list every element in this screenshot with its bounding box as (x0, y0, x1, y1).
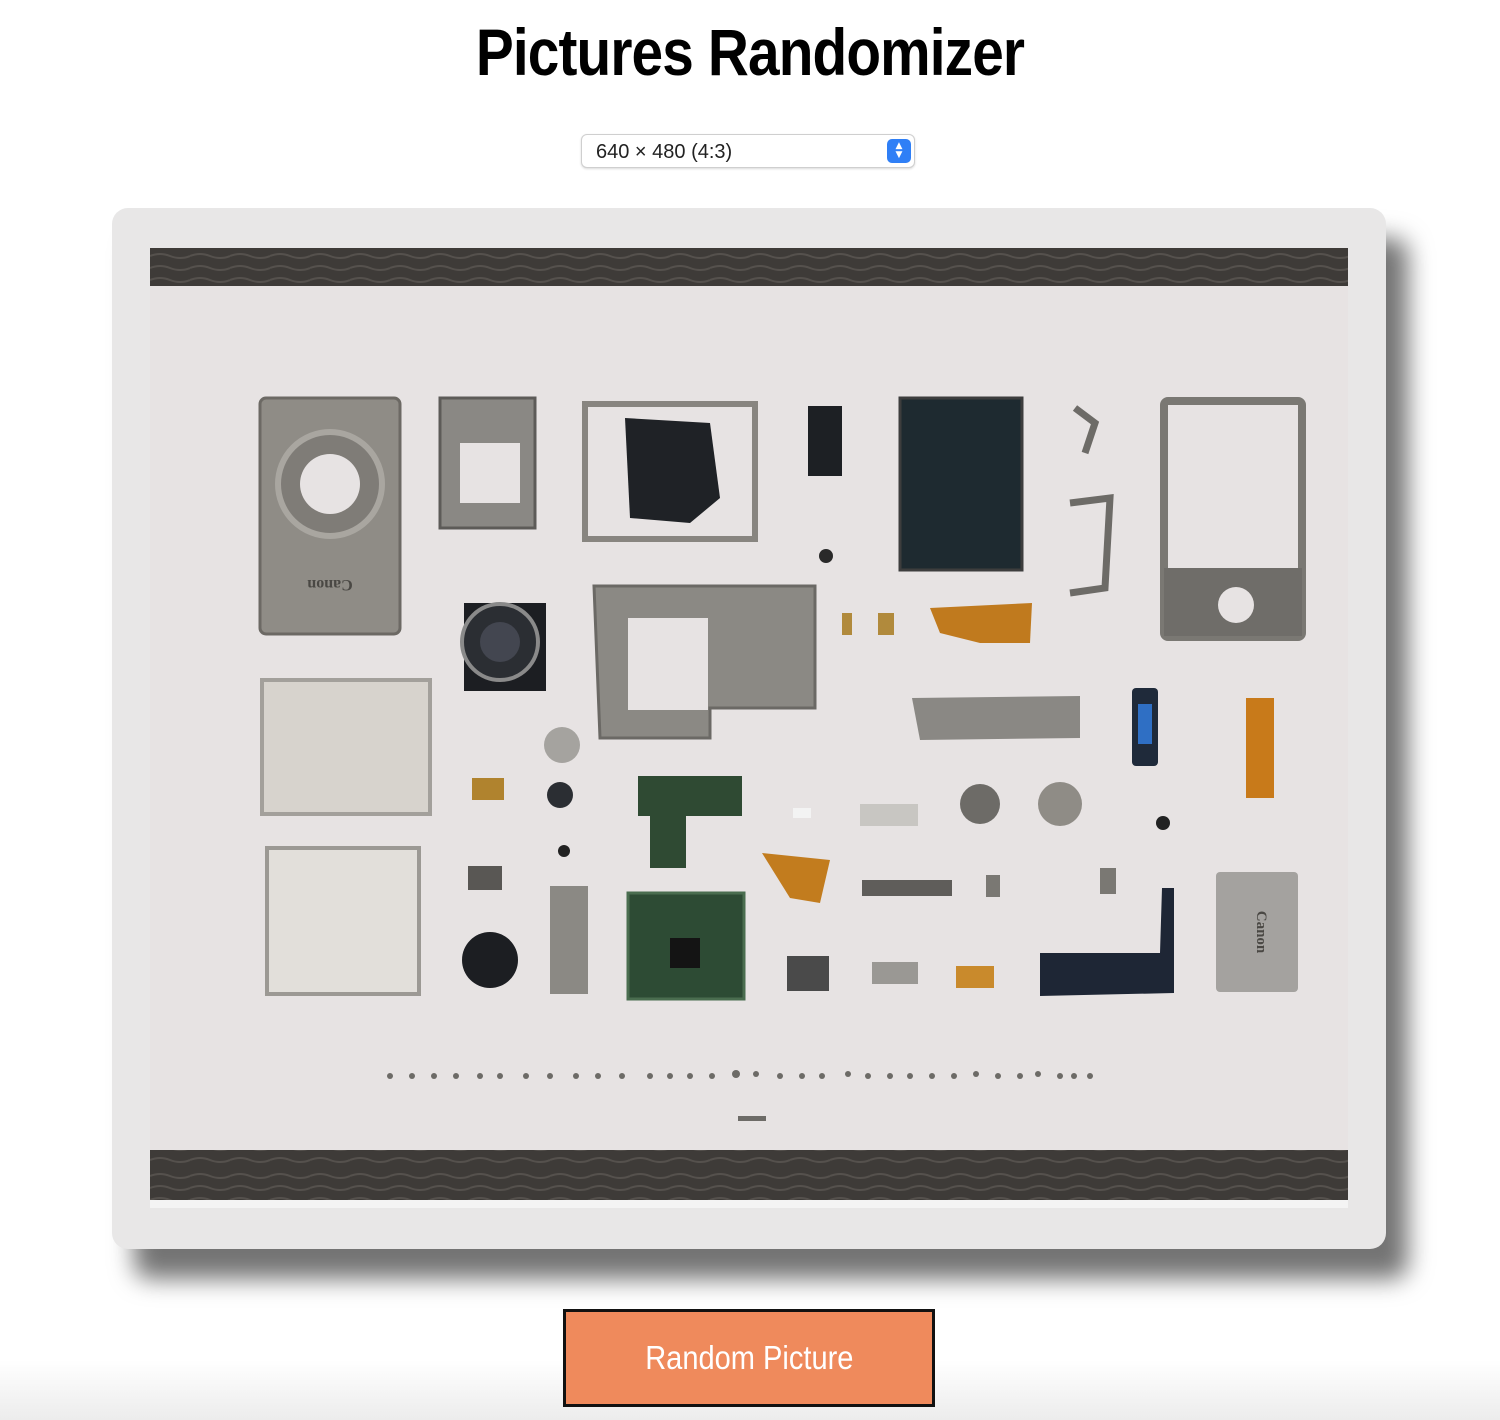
size-select-value: 640 × 480 (4:3) (596, 141, 733, 163)
random-picture: Canon Canon (150, 248, 1348, 1208)
picture-frame: Canon Canon (112, 208, 1386, 1249)
camera-parts-image: Canon Canon (150, 248, 1348, 1208)
random-picture-button-label: Random Picture (644, 1339, 854, 1376)
up-down-arrows-icon: ▲ ▼ (887, 139, 911, 163)
canon-logo-text: Canon (307, 576, 352, 593)
page-title: Pictures Randomizer (475, 15, 1025, 89)
size-select[interactable]: 640 × 480 (4:3) ▲ ▼ (581, 134, 915, 168)
random-picture-button[interactable]: Random Picture (563, 1309, 935, 1407)
battery-canon-text: Canon (1253, 911, 1269, 954)
